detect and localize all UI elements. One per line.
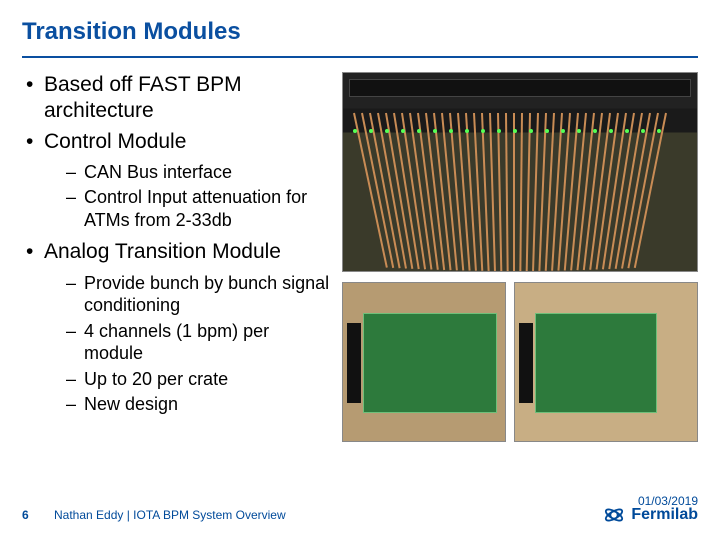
pcb (535, 313, 657, 413)
text-column: Based off FAST BPM architecture Control … (22, 72, 332, 442)
front-panel (347, 323, 361, 403)
brand-text: Fermilab (631, 506, 698, 524)
bullet-list: Based off FAST BPM architecture Control … (22, 72, 332, 416)
pcb (363, 313, 497, 413)
attribution: Nathan Eddy | IOTA BPM System Overview (54, 508, 603, 522)
slide-title: Transition Modules (22, 18, 698, 52)
fermilab-icon (603, 504, 625, 526)
bullet-item: Analog Transition Module Provide bunch b… (22, 239, 332, 415)
front-panel (519, 323, 533, 403)
photo-pcb-right (514, 282, 698, 442)
photo-pcb-left (342, 282, 506, 442)
photo-row (342, 282, 698, 442)
sub-bullet-item: New design (44, 393, 332, 416)
sub-bullet-list: CAN Bus interface Control Input attenuat… (44, 161, 332, 232)
sub-bullet-item: 4 channels (1 bpm) per module (44, 320, 332, 365)
sub-bullet-item: Up to 20 per crate (44, 368, 332, 391)
bullet-item: Control Module CAN Bus interface Control… (22, 129, 332, 232)
sub-bullet-item: CAN Bus interface (44, 161, 332, 184)
bullet-item: Based off FAST BPM architecture (22, 72, 332, 125)
sub-bullet-item: Control Input attenuation for ATMs from … (44, 186, 332, 231)
sub-bullet-list: Provide bunch by bunch signal conditioni… (44, 272, 332, 416)
page-number: 6 (22, 508, 54, 522)
photo-rack-cables (342, 72, 698, 272)
sub-bullet-item: Provide bunch by bunch signal conditioni… (44, 272, 332, 317)
bullet-text: Based off FAST BPM architecture (44, 73, 242, 122)
rack-unit (349, 79, 691, 97)
title-rule (22, 56, 698, 58)
slide: Transition Modules Based off FAST BPM ar… (0, 0, 720, 540)
content-row: Based off FAST BPM architecture Control … (22, 72, 698, 442)
image-column (342, 72, 698, 442)
brand-logo: Fermilab (603, 504, 698, 526)
bullet-text: Analog Transition Module (44, 240, 281, 263)
footer: 6 Nathan Eddy | IOTA BPM System Overview… (22, 504, 698, 526)
bullet-text: Control Module (44, 130, 186, 153)
